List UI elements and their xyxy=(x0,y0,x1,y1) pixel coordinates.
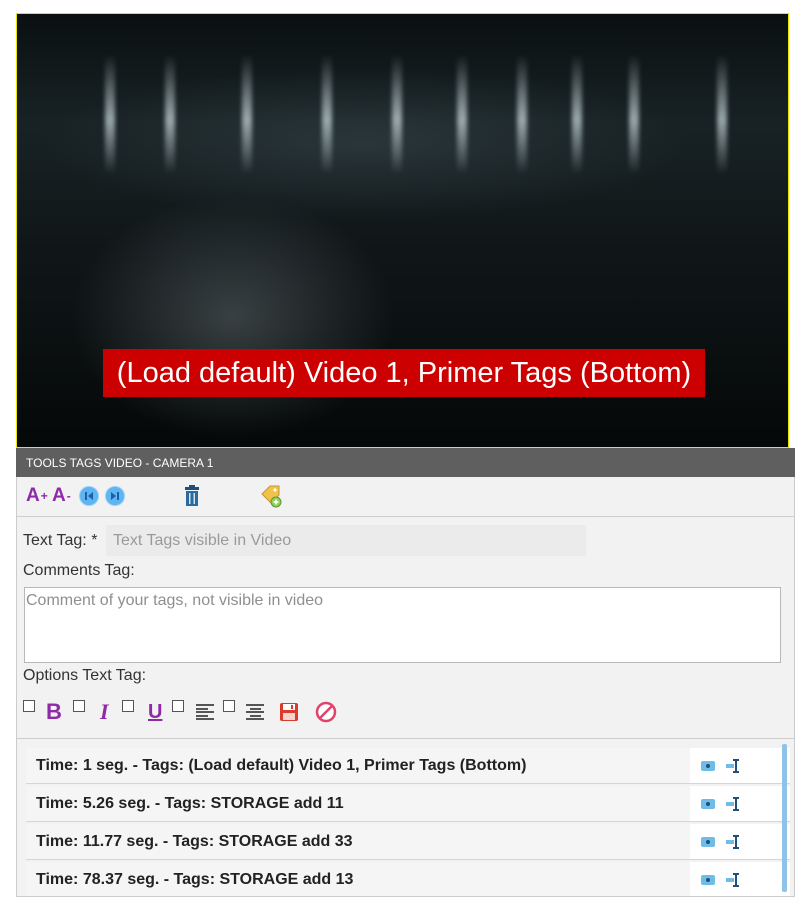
comments-tag-textarea[interactable] xyxy=(24,587,781,663)
bold-checkbox[interactable] xyxy=(23,700,35,712)
tag-add-icon xyxy=(261,485,282,508)
view-tag-icon[interactable] xyxy=(701,875,715,885)
edit-time-icon[interactable] xyxy=(726,872,742,888)
trash-icon xyxy=(185,485,199,506)
tag-form: Text Tag: * Comments Tag: Options Text T… xyxy=(16,517,795,739)
light-reflection xyxy=(717,54,727,174)
underline-option[interactable]: U xyxy=(148,701,162,723)
light-reflection xyxy=(517,54,527,174)
tag-row[interactable]: Time: 5.26 seg. - Tags: STORAGE add 11 xyxy=(26,786,790,822)
save-icon xyxy=(280,703,298,721)
edit-time-icon[interactable] xyxy=(726,758,742,774)
bold-option[interactable]: B xyxy=(46,699,62,724)
align-left-checkbox[interactable] xyxy=(172,700,184,712)
next-tag-button[interactable] xyxy=(105,485,125,507)
tag-row-text: Time: 5.26 seg. - Tags: STORAGE add 11 xyxy=(26,786,690,821)
light-reflection xyxy=(105,54,115,174)
add-tag-button[interactable] xyxy=(259,485,283,508)
align-center-option[interactable] xyxy=(246,701,264,723)
font-increase-sign: + xyxy=(40,489,48,503)
options-text-tag-label: Options Text Tag: xyxy=(23,667,147,684)
previous-tag-button[interactable] xyxy=(79,485,99,507)
tag-list-scrollbar[interactable] xyxy=(782,744,787,892)
comments-tag-label: Comments Tag: xyxy=(23,562,135,579)
delete-tag-button[interactable] xyxy=(183,485,201,507)
save-tag-button[interactable] xyxy=(279,701,299,723)
light-reflection xyxy=(572,54,582,174)
tag-row[interactable]: Time: 78.37 seg. - Tags: STORAGE add 13 xyxy=(26,862,790,896)
underline-checkbox[interactable] xyxy=(122,700,134,712)
align-center-checkbox[interactable] xyxy=(223,700,235,712)
text-tag-label: Text Tag: * xyxy=(23,532,98,549)
light-reflection xyxy=(629,54,639,174)
font-increase-icon: A xyxy=(26,485,40,506)
font-decrease-button[interactable]: A- xyxy=(52,485,71,507)
align-center-icon xyxy=(246,703,264,721)
video-caption-tag: (Load default) Video 1, Primer Tags (Bot… xyxy=(103,349,705,397)
edit-time-icon[interactable] xyxy=(726,834,742,850)
light-reflection xyxy=(165,54,175,174)
view-tag-icon[interactable] xyxy=(701,837,715,847)
video-player[interactable]: (Load default) Video 1, Primer Tags (Bot… xyxy=(16,13,789,448)
tags-toolbar: A + A- xyxy=(16,477,795,517)
tag-list[interactable]: Time: 1 seg. - Tags: (Load default) Vide… xyxy=(16,739,795,897)
previous-icon xyxy=(79,486,99,506)
text-tag-input[interactable] xyxy=(106,525,586,556)
align-left-icon xyxy=(196,703,214,721)
next-icon xyxy=(105,486,125,506)
tag-row-text: Time: 1 seg. - Tags: (Load default) Vide… xyxy=(26,748,690,783)
font-decrease-sign: - xyxy=(66,489,71,503)
cancel-button[interactable] xyxy=(315,701,337,723)
view-tag-icon[interactable] xyxy=(701,799,715,809)
font-increase-button[interactable]: A + xyxy=(26,485,48,507)
cancel-icon xyxy=(315,701,337,723)
tag-row-text: Time: 78.37 seg. - Tags: STORAGE add 13 xyxy=(26,862,690,896)
edit-time-icon[interactable] xyxy=(726,796,742,812)
tag-row[interactable]: Time: 1 seg. - Tags: (Load default) Vide… xyxy=(26,748,790,784)
light-reflection xyxy=(242,54,252,174)
tag-row-text: Time: 11.77 seg. - Tags: STORAGE add 33 xyxy=(26,824,690,859)
view-tag-icon[interactable] xyxy=(701,761,715,771)
align-left-option[interactable] xyxy=(196,701,214,723)
light-reflection xyxy=(392,54,402,174)
font-decrease-icon: A xyxy=(52,485,66,506)
italic-option[interactable]: I xyxy=(100,699,109,724)
panel-title: TOOLS TAGS VIDEO - CAMERA 1 xyxy=(16,448,795,477)
tag-row[interactable]: Time: 11.77 seg. - Tags: STORAGE add 33 xyxy=(26,824,790,860)
light-reflection xyxy=(457,54,467,174)
light-reflection xyxy=(322,54,332,174)
italic-checkbox[interactable] xyxy=(73,700,85,712)
